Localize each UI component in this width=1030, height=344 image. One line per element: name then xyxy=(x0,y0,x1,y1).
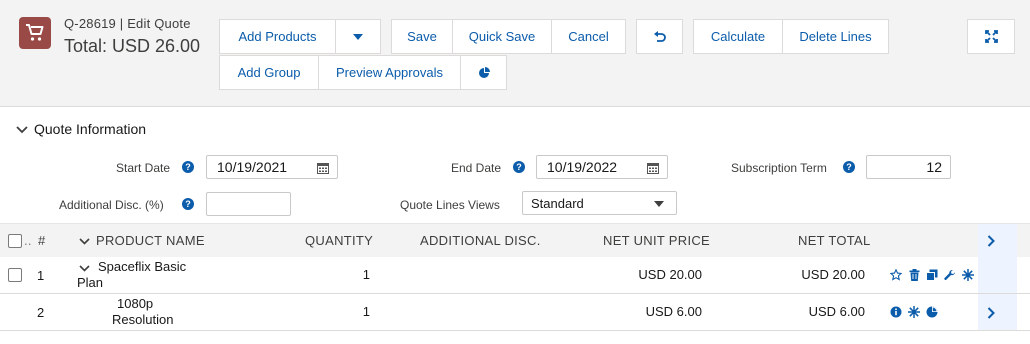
snowflake-icon[interactable] xyxy=(907,305,921,319)
breadcrumb: Q-28619 | Edit Quote xyxy=(64,16,191,31)
end-date-input[interactable]: 10/19/2022 xyxy=(536,155,668,179)
snowflake-icon[interactable] xyxy=(961,268,975,282)
net-total-cell: USD 6.00 xyxy=(808,304,865,319)
calculate-label: Calculate xyxy=(710,29,766,44)
undo-button[interactable] xyxy=(636,19,683,54)
chevron-right-icon xyxy=(987,234,995,252)
quantity-cell[interactable]: 1 xyxy=(340,267,370,282)
net-unit-price-cell: USD 6.00 xyxy=(645,304,702,319)
column-header-net-unit-price: NET UNIT PRICE xyxy=(603,233,711,248)
help-icon[interactable]: ? xyxy=(182,161,194,173)
truncation-mark: .. xyxy=(24,233,32,248)
column-header-product-name-label: PRODUCT NAME xyxy=(96,233,205,248)
quote-lines-views-label: Quote Lines Views xyxy=(400,198,500,212)
section-title: Quote Information xyxy=(34,121,147,137)
table-header: .. # PRODUCT NAME QUANTITY ADDITIONAL DI… xyxy=(0,223,1030,258)
calendar-icon[interactable] xyxy=(647,161,659,177)
quote-information-toggle[interactable]: Quote Information xyxy=(16,121,146,137)
row-number: 2 xyxy=(37,305,45,320)
column-header-number: # xyxy=(38,233,46,248)
delete-lines-button[interactable]: Delete Lines xyxy=(782,19,889,54)
help-icon[interactable]: ? xyxy=(513,161,525,173)
expand-icon xyxy=(984,30,998,43)
calculate-button[interactable]: Calculate xyxy=(693,19,783,54)
chevron-down-icon xyxy=(16,121,28,137)
end-date-value: 10/19/2022 xyxy=(547,159,618,175)
chevron-down-icon xyxy=(353,33,363,40)
chevron-down-icon xyxy=(79,233,90,248)
clone-icon[interactable] xyxy=(925,268,939,282)
row-number: 1 xyxy=(37,268,45,283)
start-date-value: 10/19/2021 xyxy=(217,159,288,175)
cancel-button[interactable]: Cancel xyxy=(551,19,626,54)
wrench-icon[interactable] xyxy=(943,268,957,282)
product-name-line2: Plan xyxy=(77,275,104,290)
column-header-additional-disc: ADDITIONAL DISC. xyxy=(420,233,541,248)
trash-icon[interactable] xyxy=(907,268,921,282)
save-label: Save xyxy=(407,29,437,44)
column-header-net-total: NET TOTAL xyxy=(798,233,871,248)
column-header-product-name[interactable]: PRODUCT NAME xyxy=(79,233,205,248)
quantity-cell[interactable]: 1 xyxy=(340,304,370,319)
row-expand-cell[interactable] xyxy=(978,294,1017,330)
select-all-checkbox[interactable] xyxy=(8,234,22,248)
additional-disc-label: Additional Disc. (%) xyxy=(59,198,164,212)
calendar-icon[interactable] xyxy=(317,161,329,177)
expand-button[interactable] xyxy=(967,19,1015,54)
info-icon[interactable] xyxy=(889,305,903,319)
quote-cart-icon xyxy=(19,17,51,49)
table-row: 2 1080p Resolution 1 USD 6.00 USD 6.00 xyxy=(0,294,1030,331)
chevron-right-icon xyxy=(987,306,995,324)
product-name-line2: Resolution xyxy=(112,312,174,327)
add-group-button[interactable]: Add Group xyxy=(219,55,319,90)
start-date-input[interactable]: 10/19/2021 xyxy=(206,155,338,179)
subscription-term-label: Subscription Term xyxy=(731,161,827,175)
net-total-cell: USD 20.00 xyxy=(801,267,865,282)
cancel-label: Cancel xyxy=(568,29,609,44)
chevron-down-icon xyxy=(79,260,90,275)
add-products-button[interactable]: Add Products xyxy=(219,19,336,54)
product-name-line1: Spaceflix Basic xyxy=(98,259,187,274)
table-row: 1 Spaceflix Basic Plan 1 USD 20.00 USD 2… xyxy=(0,257,1030,294)
save-button[interactable]: Save xyxy=(391,19,453,54)
add-products-menu-button[interactable] xyxy=(335,19,381,54)
product-name-line1: 1080p xyxy=(117,296,154,311)
row-expand-cell[interactable] xyxy=(978,257,1017,293)
net-unit-price-cell: USD 20.00 xyxy=(638,267,702,282)
row-expand-toggle[interactable] xyxy=(79,260,90,275)
quote-lines-views-select[interactable]: Standard xyxy=(522,191,677,215)
expand-column-header[interactable] xyxy=(978,224,1017,257)
add-products-label: Add Products xyxy=(238,29,317,44)
quick-save-button[interactable]: Quick Save xyxy=(452,19,552,54)
subscription-term-input[interactable]: 12 xyxy=(866,155,951,179)
column-header-quantity: QUANTITY xyxy=(305,233,374,248)
row-checkbox[interactable] xyxy=(8,268,22,282)
preview-approvals-label: Preview Approvals xyxy=(336,65,443,80)
preview-approvals-button[interactable]: Preview Approvals xyxy=(318,55,461,90)
chevron-down-icon xyxy=(654,201,664,207)
quote-total: Total: USD 26.00 xyxy=(64,36,201,56)
subscription-term-value: 12 xyxy=(926,159,942,175)
row-actions xyxy=(889,305,939,319)
additional-disc-input[interactable] xyxy=(206,192,291,216)
delete-lines-label: Delete Lines xyxy=(799,29,872,44)
start-date-label: Start Date xyxy=(116,161,171,175)
help-icon[interactable]: ? xyxy=(182,198,194,210)
page-header: Q-28619 | Edit Quote Total: USD 26.00 Ad… xyxy=(0,0,1030,107)
help-icon[interactable]: ? xyxy=(843,161,855,173)
add-group-label: Add Group xyxy=(237,65,301,80)
undo-icon xyxy=(653,30,666,43)
star-icon[interactable] xyxy=(889,268,903,282)
chart-button[interactable] xyxy=(460,55,507,90)
pie-chart-icon xyxy=(478,66,490,79)
end-date-label: End Date xyxy=(451,161,502,175)
quick-save-label: Quick Save xyxy=(468,29,536,44)
pie-chart-icon[interactable] xyxy=(925,305,939,319)
quote-lines-views-value: Standard xyxy=(531,195,584,211)
